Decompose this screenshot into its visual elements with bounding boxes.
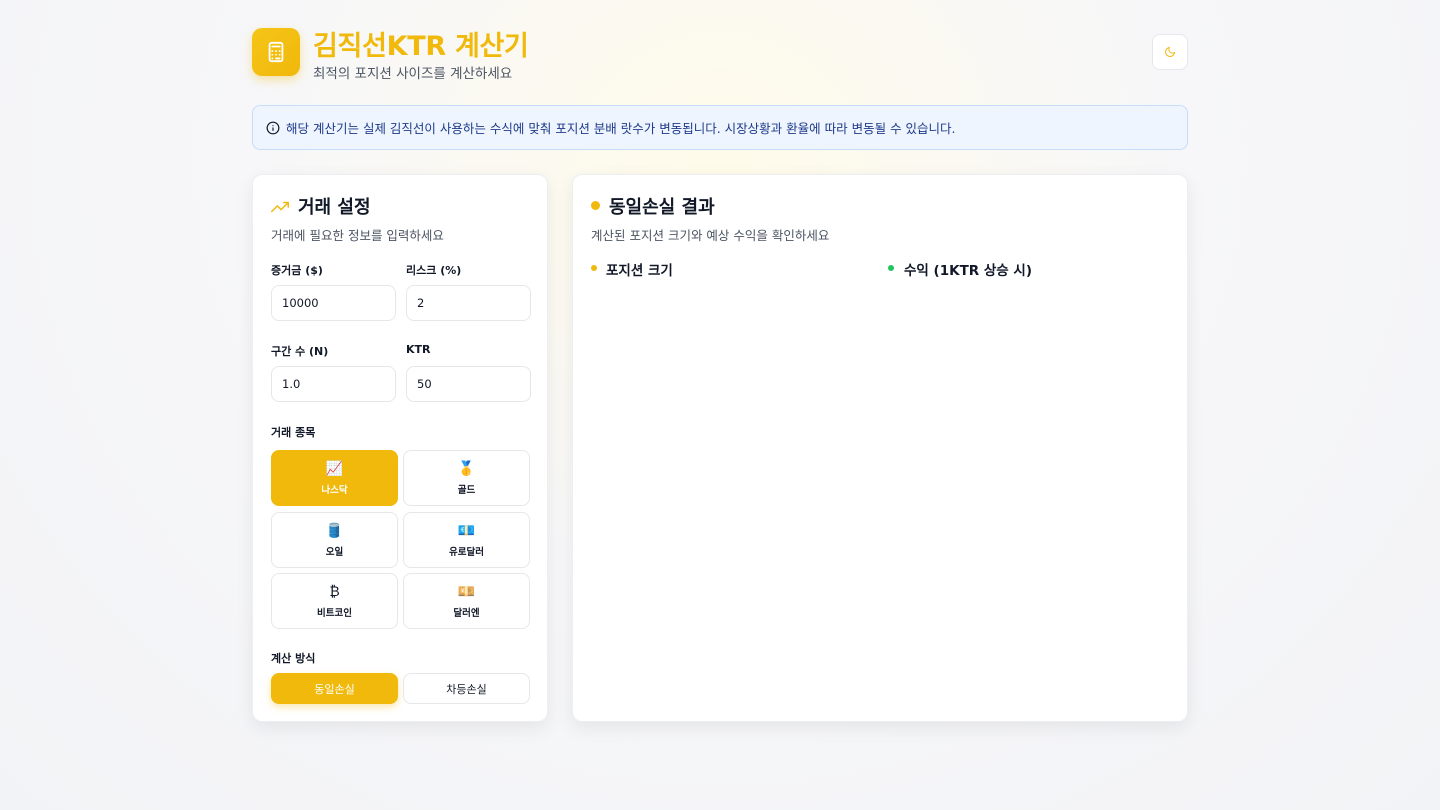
margin-input[interactable] [271, 285, 396, 321]
risk-input[interactable] [406, 285, 531, 321]
info-icon [266, 121, 280, 134]
asset-button-eurusd[interactable]: 💶 유로달러 [403, 512, 530, 568]
oil-drum-icon: 🛢️ [325, 523, 344, 539]
info-notice: 해당 계산기는 실제 김직선이 사용하는 수식에 맞춰 포지션 분배 랏수가 변… [252, 105, 1188, 150]
result-card: 동일손실 결과 계산된 포지션 크기와 예상 수익을 확인하세요 포지션 크기 … [572, 174, 1188, 722]
header: 김직선KTR 계산기 최적의 포지션 사이즈를 계산하세요 [252, 28, 1188, 88]
margin-label: 증거금 ($) [271, 264, 323, 277]
theme-toggle-button[interactable] [1152, 34, 1188, 70]
asset-button-usdjpy[interactable]: 💴 달러엔 [403, 573, 530, 629]
result-title-dot [591, 201, 600, 210]
trade-settings-card: 거래 설정 거래에 필요한 정보를 입력하세요 증거금 ($) 리스크 (%) … [252, 174, 548, 722]
trending-up-icon [271, 201, 289, 213]
method-section-label: 계산 방식 [271, 652, 316, 665]
gold-medal-icon: 🥇 [457, 461, 476, 477]
yen-banknote-icon: 💴 [457, 584, 476, 600]
position-size-label: 포지션 크기 [606, 263, 673, 279]
asset-button-bitcoin[interactable]: ₿ 비트코인 [271, 573, 398, 629]
notice-text: 해당 계산기는 실제 김직선이 사용하는 수식에 맞춰 포지션 분배 랏수가 변… [286, 121, 956, 136]
settings-title: 거래 설정 [298, 197, 371, 218]
asset-section-label: 거래 종목 [271, 426, 316, 439]
asset-button-nasdaq[interactable]: 📈 나스닥 [271, 450, 398, 506]
result-title: 동일손실 결과 [609, 197, 715, 218]
method-differential-loss-button[interactable]: 차등손실 [403, 673, 530, 704]
asset-label: 오일 [325, 547, 344, 558]
asset-label: 비트코인 [317, 608, 352, 619]
segments-label: 구간 수 (N) [271, 345, 329, 358]
euro-banknote-icon: 💶 [457, 523, 476, 539]
asset-label: 나스닥 [321, 485, 348, 496]
asset-label: 유로달러 [449, 547, 484, 558]
settings-description: 거래에 필요한 정보를 입력하세요 [271, 228, 444, 243]
ktr-input[interactable] [406, 366, 531, 402]
bitcoin-icon: ₿ [329, 584, 340, 600]
asset-label: 달러엔 [453, 608, 480, 619]
calculator-logo [252, 28, 300, 76]
calculator-icon [268, 41, 284, 63]
moon-icon [1165, 47, 1175, 57]
position-size-dot [591, 265, 597, 271]
asset-button-gold[interactable]: 🥇 골드 [403, 450, 530, 506]
page-subtitle: 최적의 포지션 사이즈를 계산하세요 [313, 66, 513, 82]
page-title: 김직선KTR 계산기 [313, 31, 529, 62]
ktr-label: KTR [406, 343, 431, 356]
profit-label: 수익 (1KTR 상승 시) [904, 263, 1032, 279]
result-description: 계산된 포지션 크기와 예상 수익을 확인하세요 [591, 228, 830, 243]
asset-button-oil[interactable]: 🛢️ 오일 [271, 512, 398, 568]
profit-dot [888, 265, 894, 271]
segments-input[interactable] [271, 366, 396, 402]
method-equal-loss-button[interactable]: 동일손실 [271, 673, 398, 704]
asset-label: 골드 [457, 485, 476, 496]
chart-increasing-icon: 📈 [325, 461, 344, 477]
risk-label: 리스크 (%) [406, 264, 462, 277]
